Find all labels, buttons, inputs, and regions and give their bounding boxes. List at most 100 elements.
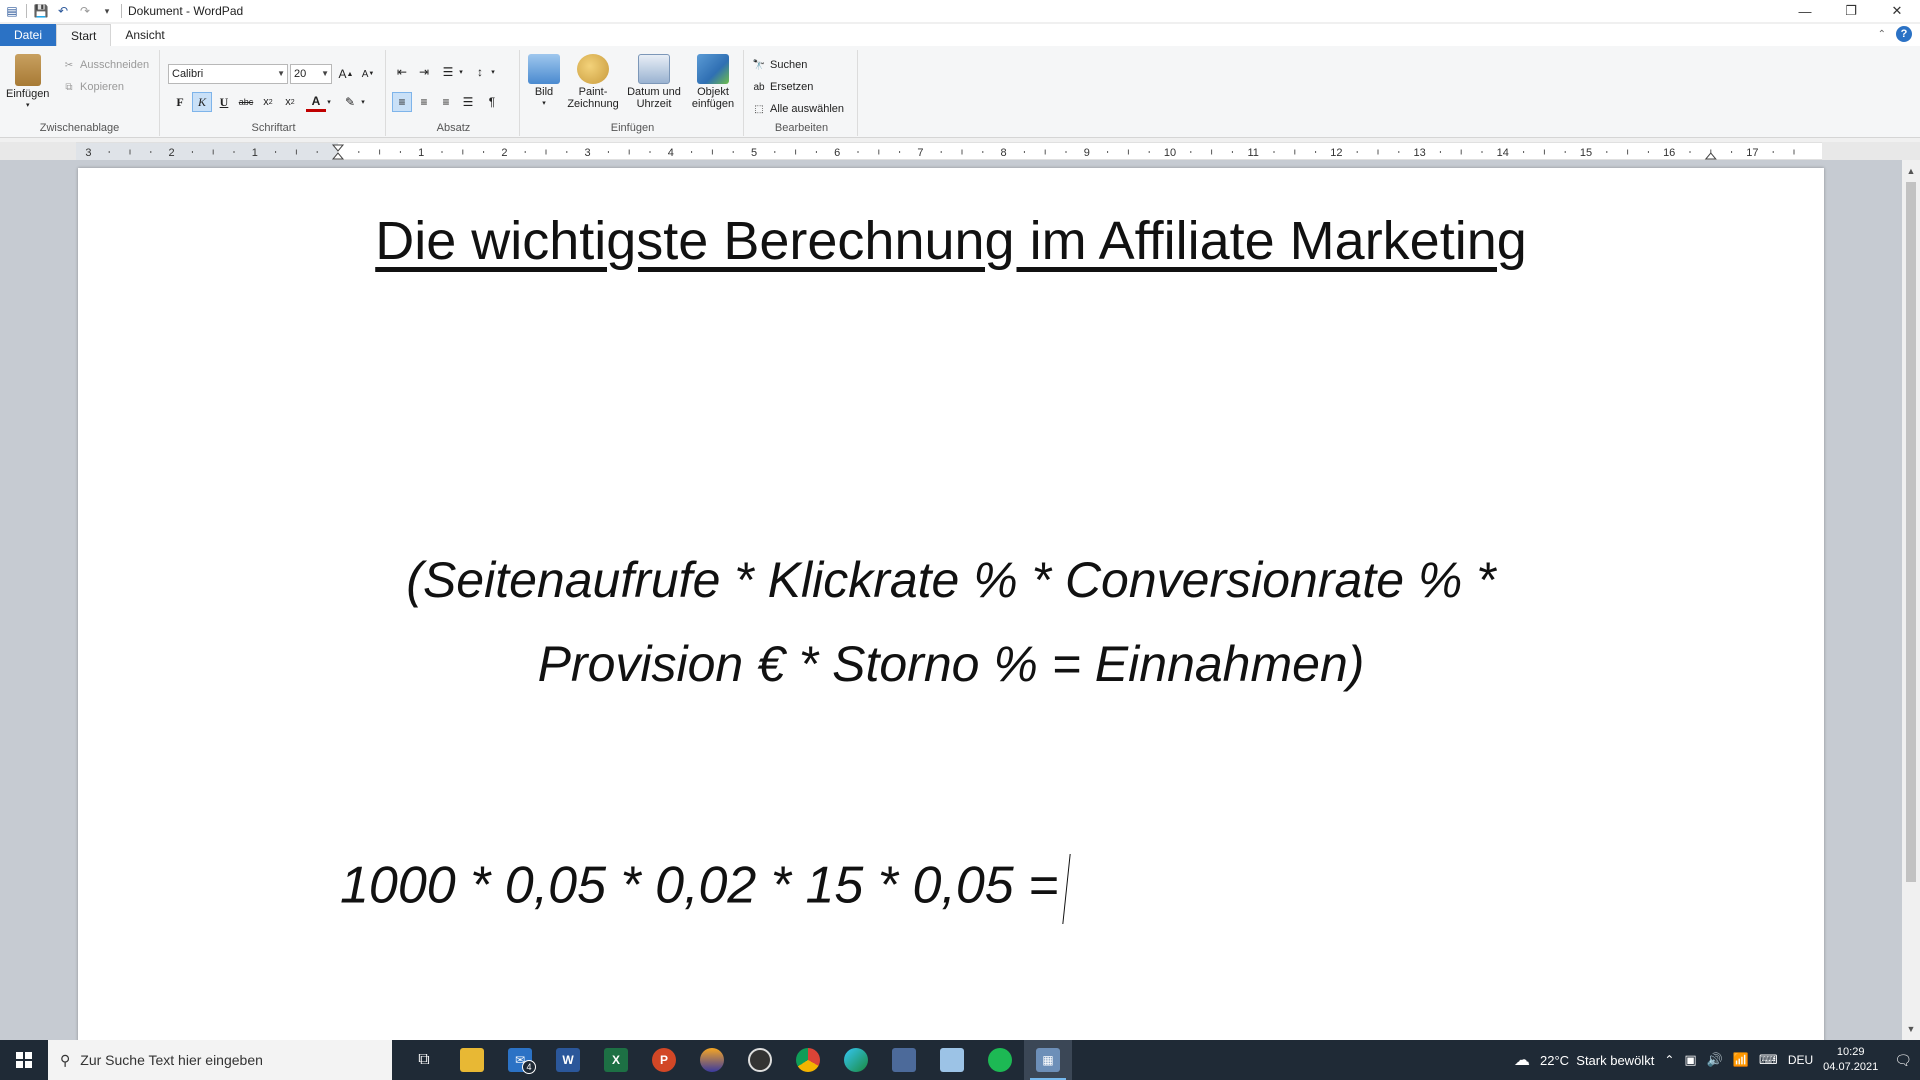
tab-start[interactable]: Start [56,24,112,46]
keyboard-icon[interactable]: ⌨ [1759,1052,1778,1068]
taskbar-calculator[interactable]: ▦ [1024,1040,1072,1080]
strikethrough-button[interactable]: abc [236,92,256,112]
taskbar-explorer[interactable] [448,1040,496,1080]
language-indicator[interactable]: DEU [1788,1053,1813,1067]
ruler-label: 17 [1746,147,1758,159]
taskbar-app-11[interactable] [880,1040,928,1080]
underline-button[interactable]: U [214,92,234,112]
help-icon[interactable]: ? [1896,26,1912,42]
taskbar-edge[interactable] [832,1040,880,1080]
taskbar-wordpad[interactable] [928,1040,976,1080]
ruler-label: 7 [917,147,923,159]
formula-paragraph[interactable]: (Seitenaufrufe * Klickrate % * Conversio… [78,538,1824,706]
tab-view[interactable]: Ansicht [111,24,178,46]
undo-icon[interactable]: ↶ [55,3,71,19]
taskbar-obs[interactable] [736,1040,784,1080]
network-icon[interactable]: 📶 [1733,1052,1749,1068]
customize-qat-icon[interactable]: ▾ [99,3,115,19]
grow-font-button[interactable]: A ▲ [336,64,356,84]
chevron-down-icon[interactable]: ▾ [456,62,466,82]
task-view-button[interactable]: ⧉ [400,1040,448,1080]
taskbar-chrome[interactable] [784,1040,832,1080]
shrink-font-button[interactable]: A ▼ [358,64,378,84]
chevron-down-icon[interactable]: ▾ [358,92,368,112]
taskbar-app-7[interactable] [688,1040,736,1080]
meet-now-icon[interactable]: ▣ [1684,1052,1696,1068]
notification-icon[interactable]: 🗨 [1894,1052,1912,1069]
paragraph-settings-button[interactable]: ¶ [482,92,502,112]
align-right-button[interactable]: ≡ [436,92,456,112]
quick-access-toolbar: ▤ 💾 ↶ ↷ ▾ [0,0,122,22]
redo-icon[interactable]: ↷ [77,3,93,19]
font-size-value: 20 [294,68,307,80]
italic-button[interactable]: K [192,92,212,112]
increase-indent-button[interactable]: ⇥ [414,62,434,82]
line-spacing-button[interactable]: ↕ [470,62,490,82]
insert-object-button[interactable]: Objekt einfügen [686,54,740,110]
font-family-combo[interactable]: Calibri ▼ [168,64,288,84]
taskbar-spotify[interactable] [976,1040,1024,1080]
superscript-button[interactable]: x2 [280,92,300,112]
right-indent-marker[interactable] [1704,152,1717,160]
select-all-button[interactable]: ⬚ Alle auswählen [752,102,844,116]
justify-button[interactable]: ☰ [458,92,478,112]
calculation-line[interactable]: 1000 * 0,05 * 0,02 * 15 * 0,05 = [340,854,1072,924]
chevron-down-icon[interactable]: ▾ [324,92,334,112]
minimize-icon[interactable]: — [1782,0,1828,22]
taskbar-powerpoint[interactable]: P [640,1040,688,1080]
group-paragraph: ⇤ ⇥ ☰ ▾ ↕ ▾ ≡ ≡ ≡ ☰ ¶ Absatz [388,50,520,136]
align-center-button[interactable]: ≡ [414,92,434,112]
text-color-button[interactable]: A [306,92,326,112]
tab-file[interactable]: Datei [0,24,57,46]
subscript-button[interactable]: x2 [258,92,278,112]
taskbar-search-box[interactable]: ⚲ Zur Suche Text hier eingeben [48,1040,392,1080]
chevron-down-icon[interactable]: ▾ [488,62,498,82]
paint-label-line2: Zeichnung [567,98,619,110]
search-placeholder: Zur Suche Text hier eingeben [80,1052,263,1068]
insert-picture-button[interactable]: Bild ▾ [526,54,562,110]
scroll-down-icon[interactable]: ▼ [1902,1020,1920,1038]
weather-text[interactable]: 22°C Stark bewölkt [1540,1053,1654,1068]
bold-button[interactable]: F [170,92,190,112]
wordpad-app-icon[interactable]: ▤ [4,3,20,19]
restore-icon[interactable]: ❐ [1828,0,1874,22]
cloud-icon[interactable]: ☁ [1514,1050,1530,1070]
clock[interactable]: 10:29 04.07.2021 [1823,1045,1878,1075]
font-size-combo[interactable]: 20 ▼ [290,64,332,84]
ruler-label: 1 [418,147,424,159]
cut-button[interactable]: ✂ Ausschneiden [62,58,149,72]
paint-drawing-button[interactable]: Paint- Zeichnung [564,54,622,110]
vertical-scrollbar[interactable]: ▲ ▼ [1902,160,1920,1040]
ruler-label: 5 [751,147,757,159]
obs-icon [748,1048,772,1072]
edit-group-label: Bearbeiten [774,122,829,134]
document-area: Die wichtigste Berechnung im Affiliate M… [0,160,1902,1040]
document-heading[interactable]: Die wichtigste Berechnung im Affiliate M… [78,210,1824,272]
save-icon[interactable]: 💾 [33,3,49,19]
taskbar-word[interactable]: W [544,1040,592,1080]
highlight-color-button[interactable]: ✎ [340,92,360,112]
calculation-text: 1000 * 0,05 * 0,02 * 15 * 0,05 = [340,856,1059,915]
scroll-thumb[interactable] [1906,182,1916,882]
decrease-indent-button[interactable]: ⇤ [392,62,412,82]
collapse-ribbon-icon[interactable]: ⌃ [1878,29,1886,40]
date-time-button[interactable]: Datum und Uhrzeit [622,54,686,110]
find-button[interactable]: 🔭 Suchen [752,58,808,72]
taskbar-mail[interactable]: ✉ 4 [496,1040,544,1080]
replace-button[interactable]: ab Ersetzen [752,80,813,94]
folder-icon [460,1048,484,1072]
paste-button[interactable]: Einfügen ▾ [6,54,49,112]
start-button[interactable] [0,1040,48,1080]
ruler[interactable]: 3 2 1 1 2 3 4 5 6 7 8 9 10 11 12 13 14 15 16 17 [76,142,1822,161]
scroll-up-icon[interactable]: ▲ [1902,162,1920,180]
calculator-icon: ▦ [1036,1048,1060,1072]
align-left-button[interactable]: ≡ [392,92,412,112]
chevron-up-icon[interactable]: ⌃ [1664,1053,1674,1067]
close-icon[interactable]: ✕ [1874,0,1920,22]
bullet-list-button[interactable]: ☰ [438,62,458,82]
speaker-icon[interactable]: 🔊 [1707,1052,1723,1068]
document-page[interactable]: Die wichtigste Berechnung im Affiliate M… [78,168,1824,1040]
copy-button[interactable]: ⧉ Kopieren [62,80,124,94]
taskbar-excel[interactable]: X [592,1040,640,1080]
powerpoint-icon: P [652,1048,676,1072]
